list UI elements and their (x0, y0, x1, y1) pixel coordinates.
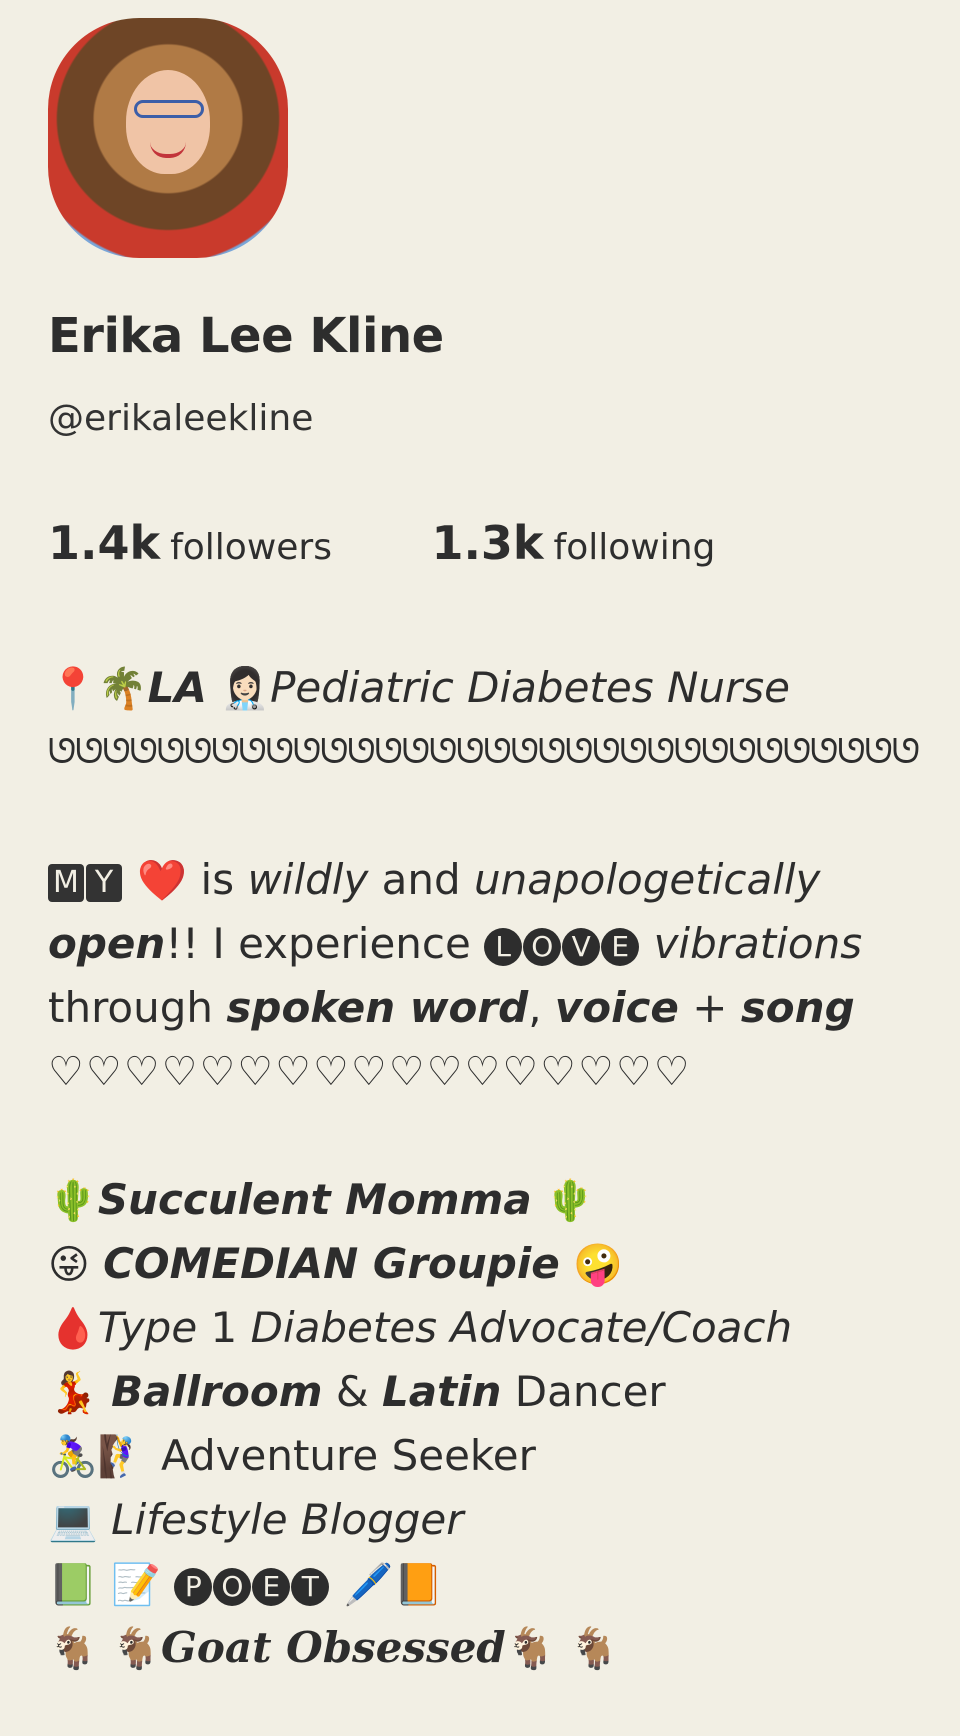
text-comma: , (528, 983, 555, 1032)
blood-drop-icon: 🩸 (48, 1306, 98, 1352)
bio-location-line: 📍🌴LA 👩🏻‍⚕️Pediatric Diabetes Nurse (48, 656, 928, 720)
text-one: 1 (197, 1303, 251, 1352)
text-goat-obsessed: Goat Obsessed (160, 1623, 506, 1672)
badge-p: P (174, 1568, 213, 1606)
following-label: following (553, 527, 716, 568)
badge-o: O (523, 928, 562, 966)
text-voice: voice (554, 983, 679, 1032)
climber-icon: 🧗‍♀️ (97, 1434, 148, 1480)
goat-icon: 🐐 (111, 1626, 161, 1672)
bio-poet-line: 📗 📝 POET 🖊️📙 (48, 1552, 928, 1616)
text-amp: & (322, 1367, 382, 1416)
followers-label: followers (170, 527, 332, 568)
text-diabetes-advocate: Diabetes Advocate/Coach (250, 1303, 793, 1352)
following-link[interactable]: 1.3k following (431, 516, 715, 570)
palm-tree-icon: 🌴 (97, 666, 148, 712)
following-count: 1.3k (431, 516, 544, 570)
goat-icon: 🐐 (48, 1626, 98, 1672)
text-lifestyle-blogger: Lifestyle Blogger (111, 1495, 464, 1544)
text-dancer: Dancer (501, 1367, 666, 1416)
avatar[interactable] (48, 18, 288, 258)
bio-comedian-line: 😜 COMEDIAN Groupie 🤪 (48, 1232, 928, 1296)
memo-icon: 📝 (111, 1562, 161, 1608)
text-latin: Latin (381, 1367, 502, 1416)
followers-count: 1.4k (48, 516, 161, 570)
bio-hearts-divider: ♡♡♡♡♡♡♡♡♡♡♡♡♡♡♡♡♡ (48, 1049, 692, 1095)
text-plus: + (678, 983, 741, 1032)
profile-stats: 1.4k followers 1.3k following (48, 516, 803, 570)
badge-e: E (252, 1568, 291, 1606)
cyclist-icon: 🚴‍♀️ (48, 1434, 98, 1480)
profile-bio: 📍🌴LA 👩🏻‍⚕️Pediatric Diabetes Nurse ᘎᘎᘎᘎᘎ… (48, 656, 928, 1680)
text-open: open (48, 919, 166, 968)
avatar-glasses (134, 100, 204, 118)
bio-adventure-line: 🚴‍♀️🧗‍♀️ Adventure Seeker (48, 1424, 928, 1488)
bio-blogger-line: 💻 Lifestyle Blogger (48, 1488, 928, 1552)
badge-v: V (562, 928, 601, 966)
text-is: is (187, 855, 248, 904)
badge-l: L (484, 928, 523, 966)
bio-diabetes-line: 🩸Type 1 Diabetes Advocate/Coach (48, 1296, 928, 1360)
text-succulent-momma: Succulent Momma (97, 1175, 532, 1224)
bio-spacer (48, 1104, 928, 1168)
heart-icon: ❤️ (137, 858, 188, 904)
text-comedian-groupie: COMEDIAN Groupie (103, 1239, 560, 1288)
badge-o: O (213, 1568, 252, 1606)
text-experience: !! I experience (165, 919, 485, 968)
bio-through-line: through spoken word, voice + song (48, 976, 928, 1040)
profile-page: Erika Lee Kline @erikaleekline 1.4k follo… (0, 0, 960, 1736)
bio-succulent-line: 🌵Succulent Momma 🌵 (48, 1168, 928, 1232)
badge-e: E (601, 928, 640, 966)
text-through: through (48, 983, 227, 1032)
profile-name: Erika Lee Kline (48, 308, 444, 364)
cactus-icon: 🌵 (545, 1178, 595, 1224)
bio-spacer (48, 784, 928, 848)
text-unapologetically: unapologetically (474, 855, 821, 904)
location-text: LA (147, 663, 207, 712)
goat-icon: 🐐 (505, 1626, 556, 1672)
bio-love-line: open!! I experience LOVE vibrations (48, 912, 928, 976)
pen-icon: 🖊️ (343, 1562, 394, 1608)
text-wildly: wildly (247, 855, 369, 904)
text-song: song (740, 983, 855, 1032)
laptop-icon: 💻 (48, 1498, 98, 1544)
nurse-title: Pediatric Diabetes Nurse (270, 663, 790, 712)
text-vibrations: vibrations (640, 919, 863, 968)
text-type: Type (97, 1303, 198, 1352)
text-spoken-word: spoken word (226, 983, 529, 1032)
text-ballroom: Ballroom (111, 1367, 323, 1416)
badge-m: M (48, 864, 84, 902)
avatar-face (126, 70, 210, 174)
bio-pattern-divider: ᘎᘎᘎᘎᘎᘎᘎᘎᘎᘎᘎᘎᘎᘎᘎᘎᘎᘎᘎᘎᘎᘎᘎᘎᘎᘎᘎᘎᘎᘎᘎᘎ (48, 732, 920, 772)
orange-book-icon: 📙 (393, 1562, 444, 1608)
bio-goat-line: 🐐 🐐Goat Obsessed🐐 🐐 (48, 1616, 928, 1680)
goat-icon: 🐐 (568, 1626, 619, 1672)
zany-face-icon: 🤪 (573, 1242, 623, 1288)
text-adventure-seeker: Adventure Seeker (160, 1431, 536, 1480)
bio-heart-line: MY ❤️ is wildly and unapologetically (48, 848, 928, 912)
badge-t: T (291, 1568, 330, 1606)
text-and: and (368, 855, 475, 904)
winking-tongue-icon: 😜 (48, 1242, 90, 1288)
badge-y: Y (86, 864, 122, 902)
nurse-icon: 👩🏻‍⚕️ (220, 666, 271, 712)
pin-icon: 📍 (48, 666, 98, 712)
profile-handle: @erikaleekline (48, 398, 314, 439)
green-book-icon: 📗 (48, 1562, 98, 1608)
bio-dancer-line: 💃 Ballroom & Latin Dancer (48, 1360, 928, 1424)
cactus-icon: 🌵 (48, 1178, 98, 1224)
dancer-icon: 💃 (48, 1370, 98, 1416)
followers-link[interactable]: 1.4k followers (48, 516, 332, 570)
